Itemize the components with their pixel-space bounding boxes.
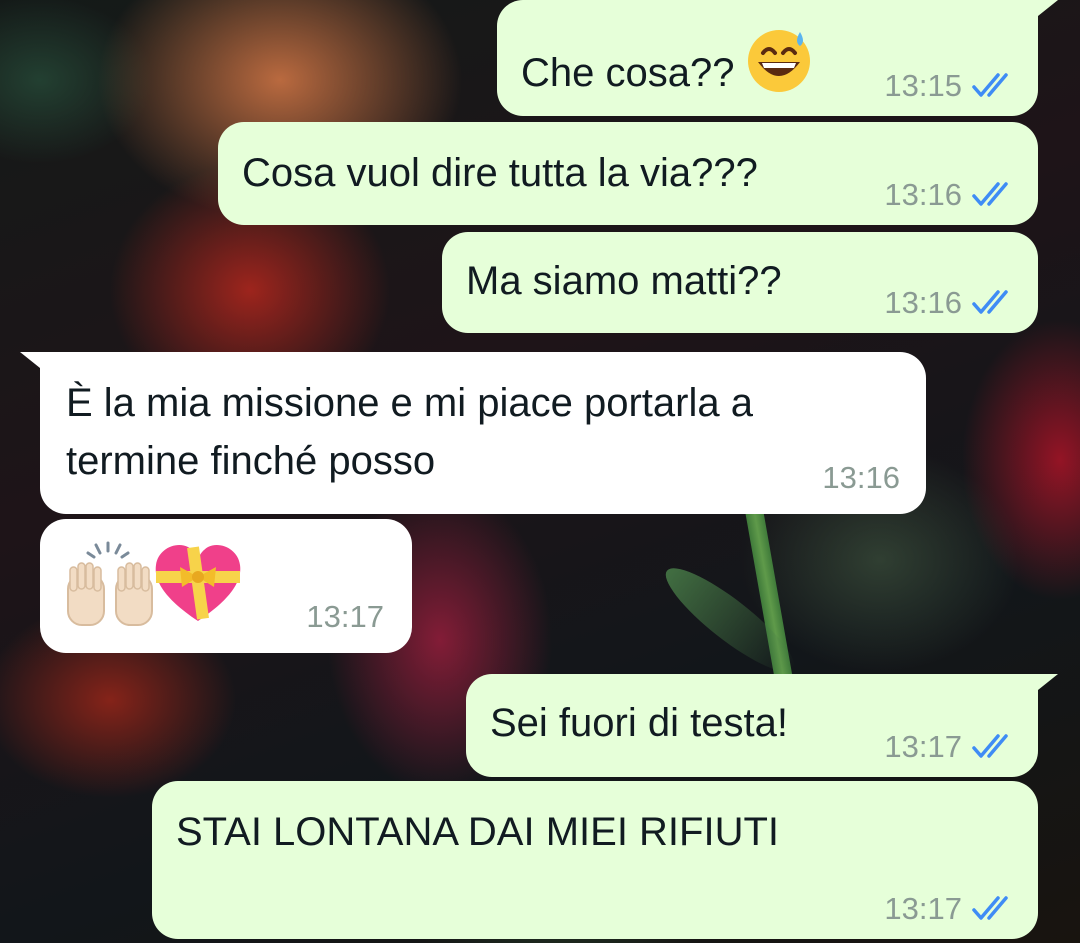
message-meta: 13:17 (884, 891, 1016, 927)
heart-with-ribbon-emoji-icon (155, 545, 241, 621)
background-leaf (654, 554, 806, 686)
message-text: Che cosa?? (521, 51, 735, 95)
timestamp: 13:16 (884, 177, 962, 212)
message-meta: 13:16 (822, 460, 900, 496)
read-receipt-icon (972, 734, 1016, 760)
message-meta: 13:17 (306, 599, 384, 635)
timestamp: 13:15 (884, 68, 962, 103)
message-text-line: termine finché posso (66, 439, 436, 483)
message-text: STAI LONTANA DAI MIEI RIFIUTI (176, 810, 780, 854)
message-bubble-incoming[interactable]: 13:17 (40, 519, 412, 653)
message-text-line: È la mia missione e mi piace portarla a (66, 381, 753, 425)
raising-hands-emoji-icon (67, 541, 153, 626)
message-meta: 13:16 (884, 285, 1016, 321)
message-meta: 13:15 (884, 68, 1016, 104)
read-receipt-icon (972, 182, 1016, 208)
message-bubble-outgoing[interactable]: STAI LONTANA DAI MIEI RIFIUTI 13:17 (152, 781, 1038, 939)
read-receipt-icon (972, 290, 1016, 316)
message-text: Sei fuori di testa! (490, 701, 788, 745)
message-bubble-incoming[interactable]: È la mia missione e mi piace portarla a … (20, 352, 926, 514)
timestamp: 13:16 (822, 460, 900, 495)
timestamp: 13:17 (884, 729, 962, 764)
message-meta: 13:16 (884, 177, 1016, 213)
timestamp: 13:17 (884, 891, 962, 926)
message-bubble-outgoing[interactable]: Cosa vuol dire tutta la via??? 13:16 (218, 122, 1038, 225)
message-meta: 13:17 (884, 729, 1016, 765)
message-bubble-outgoing[interactable]: Sei fuori di testa! 13:17 (466, 674, 1058, 777)
timestamp: 13:16 (884, 285, 962, 320)
message-text: Cosa vuol dire tutta la via??? (242, 151, 758, 195)
message-bubble-outgoing[interactable]: Che cosa?? 13:15 (497, 0, 1058, 116)
timestamp: 13:17 (306, 599, 384, 634)
grinning-sweat-face-emoji-icon (748, 30, 811, 92)
read-receipt-icon (972, 73, 1016, 99)
read-receipt-icon (972, 896, 1016, 922)
message-text: Ma siamo matti?? (466, 259, 782, 303)
message-bubble-outgoing[interactable]: Ma siamo matti?? 13:16 (442, 232, 1038, 333)
